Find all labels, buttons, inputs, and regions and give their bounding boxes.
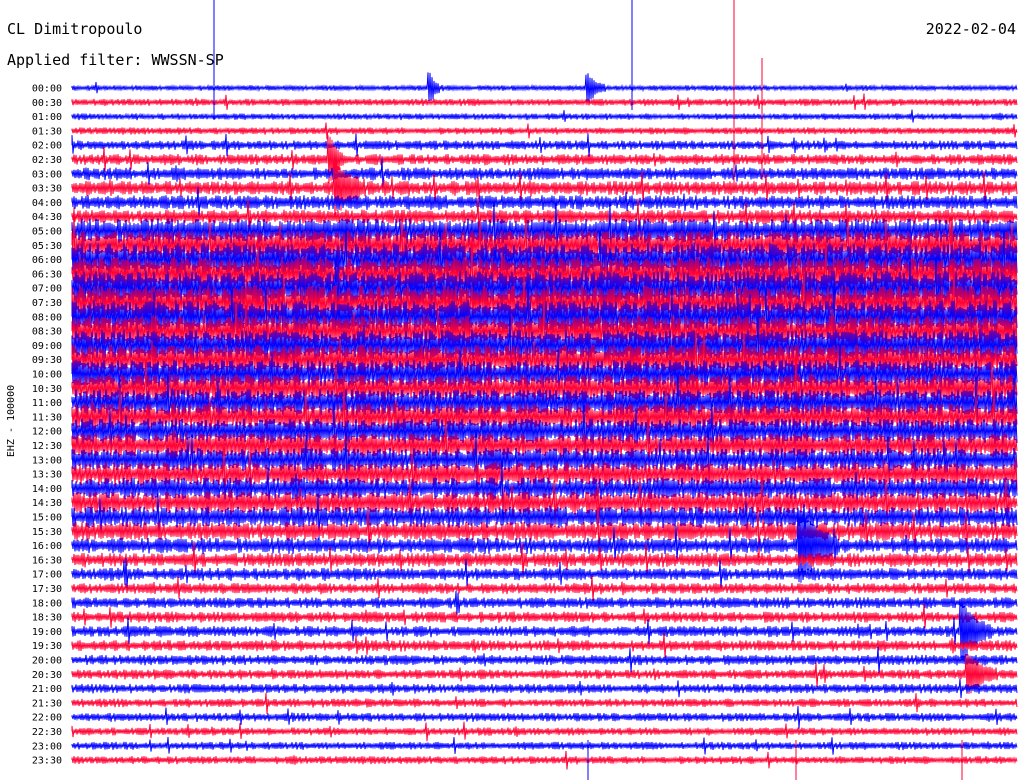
time-label: 08:30 xyxy=(32,327,62,338)
time-label: 04:00 xyxy=(32,198,62,209)
time-label: 02:30 xyxy=(32,155,62,166)
time-label: 18:00 xyxy=(32,598,62,609)
time-label: 03:30 xyxy=(32,184,62,195)
time-label: 14:00 xyxy=(32,484,62,495)
trace-row-1830 xyxy=(71,603,1018,629)
time-label: 21:30 xyxy=(32,698,62,709)
time-label: 12:00 xyxy=(32,427,62,438)
time-label: 07:30 xyxy=(32,298,62,309)
time-label: 11:00 xyxy=(32,398,62,409)
time-label: 15:00 xyxy=(32,513,62,524)
time-label: 16:00 xyxy=(32,541,62,552)
time-label: 19:30 xyxy=(32,641,62,652)
trace-row-2100 xyxy=(71,678,1018,699)
time-label: 18:30 xyxy=(32,613,62,624)
time-label: 05:30 xyxy=(32,241,62,252)
time-label: 16:30 xyxy=(32,555,62,566)
trace-row-2200 xyxy=(71,706,1018,729)
time-label: 22:30 xyxy=(32,727,62,738)
time-label: 04:30 xyxy=(32,212,62,223)
trace-row-1930 xyxy=(71,632,1018,658)
time-label: 17:00 xyxy=(32,570,62,581)
time-label: 23:30 xyxy=(32,756,62,767)
trace-row-1800 xyxy=(71,590,1018,615)
helicorder-plot: 00:00 00:30 01:00 01:30 02:00 02:30 03:00 03:30… xyxy=(32,0,1018,780)
time-label: 01:30 xyxy=(32,126,62,137)
trace-row-2300 xyxy=(71,736,1018,755)
time-label: 00:00 xyxy=(32,84,62,95)
time-label: 10:30 xyxy=(32,384,62,395)
time-label: 19:00 xyxy=(32,627,62,638)
time-label: 00:30 xyxy=(32,98,62,109)
trace-group xyxy=(71,0,1018,780)
time-label: 12:30 xyxy=(32,441,62,452)
time-label: 17:30 xyxy=(32,584,62,595)
time-label: 20:00 xyxy=(32,656,62,667)
time-label: 05:00 xyxy=(32,227,62,238)
time-label: 13:30 xyxy=(32,470,62,481)
time-label: 03:00 xyxy=(32,169,62,180)
trace-row-2230 xyxy=(71,721,1018,742)
time-label: 22:00 xyxy=(32,713,62,724)
time-label: 01:00 xyxy=(32,112,62,123)
time-label-group: 00:00 00:30 01:00 01:30 02:00 02:30 03:00 03:30… xyxy=(32,84,62,767)
trace-row-2330 xyxy=(71,750,1018,770)
time-label: 07:00 xyxy=(32,284,62,295)
time-label: 02:00 xyxy=(32,141,62,152)
time-label: 09:00 xyxy=(32,341,62,352)
time-label: 23:00 xyxy=(32,741,62,752)
time-label: 14:30 xyxy=(32,498,62,509)
trace-row-0200 xyxy=(71,133,1018,158)
time-label: 08:00 xyxy=(32,312,62,323)
time-label: 09:30 xyxy=(32,355,62,366)
time-label: 13:00 xyxy=(32,455,62,466)
trace-row-1900 xyxy=(71,601,1018,663)
trace-row-2130 xyxy=(71,692,1018,715)
time-label: 21:00 xyxy=(32,684,62,695)
time-label: 11:30 xyxy=(32,412,62,423)
time-label: 06:30 xyxy=(32,269,62,280)
time-label: 15:30 xyxy=(32,527,62,538)
time-label: 20:30 xyxy=(32,670,62,681)
trace-row-0130 xyxy=(71,122,1018,140)
time-label: 06:00 xyxy=(32,255,62,266)
time-label: 10:00 xyxy=(32,370,62,381)
